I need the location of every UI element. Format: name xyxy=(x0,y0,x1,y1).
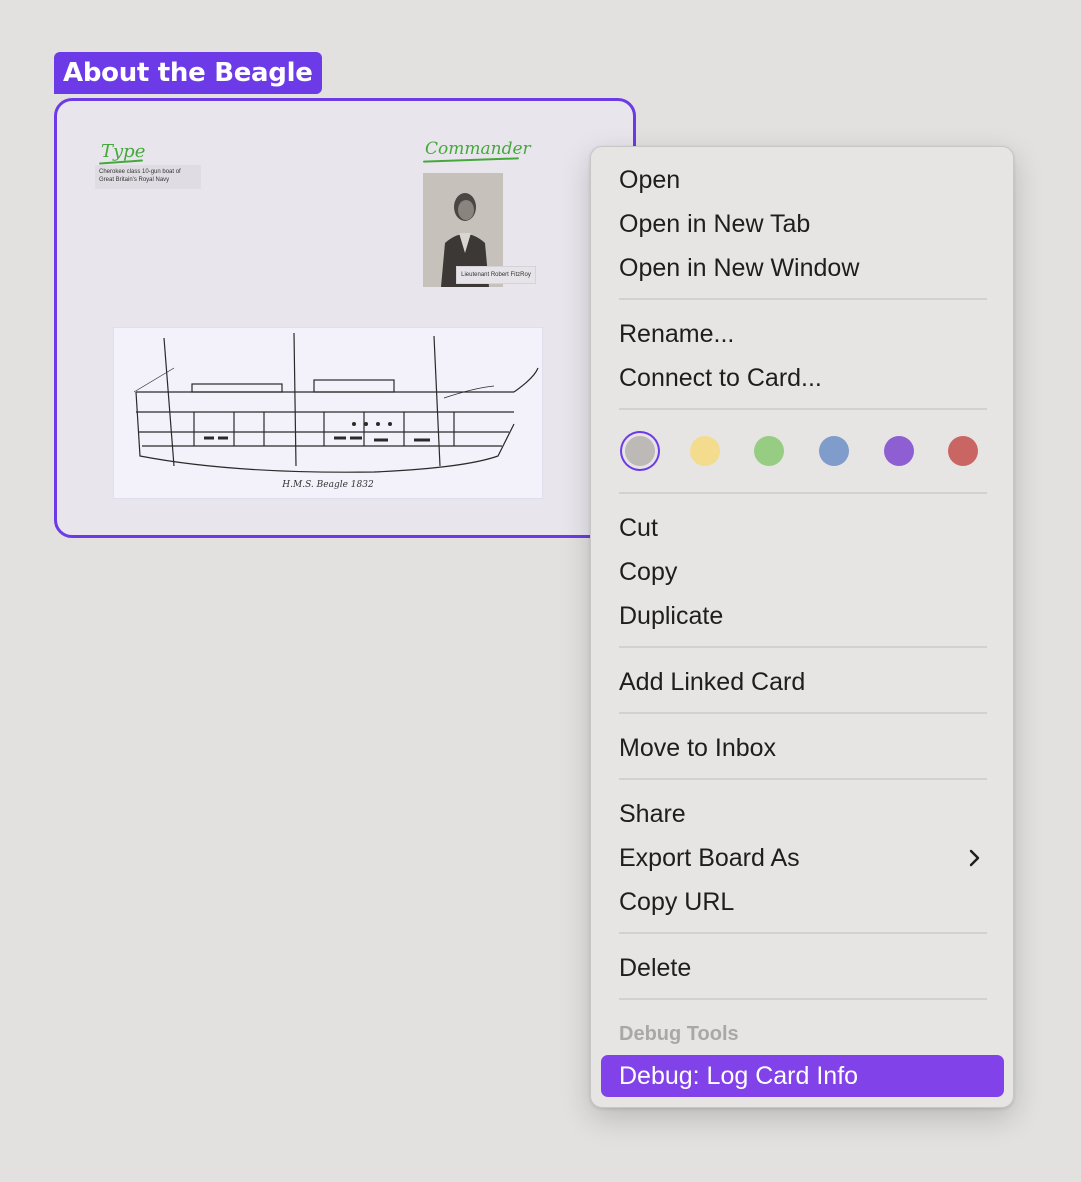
ship-caption: H.M.S. Beagle 1832 xyxy=(282,480,374,490)
chevron-right-icon xyxy=(969,849,980,867)
color-swatch-red[interactable] xyxy=(948,436,978,466)
menu-item-copy[interactable]: Copy xyxy=(601,551,1004,593)
menu-separator xyxy=(619,998,987,1000)
commander-label: Commander xyxy=(425,139,531,159)
menu-item-open-new-window[interactable]: Open in New Window xyxy=(601,247,1004,289)
menu-item-cut[interactable]: Cut xyxy=(601,507,1004,549)
menu-item-delete[interactable]: Delete xyxy=(601,947,1004,989)
portrait-caption: Lieutenant Robert FitzRoy xyxy=(457,267,535,283)
menu-item-share[interactable]: Share xyxy=(601,793,1004,835)
type-note: Cherokee class 10-gun boat of Great Brit… xyxy=(95,165,201,189)
menu-separator xyxy=(619,712,987,714)
color-swatch-purple[interactable] xyxy=(884,436,914,466)
menu-item-duplicate[interactable]: Duplicate xyxy=(601,595,1004,637)
menu-item-copy-url[interactable]: Copy URL xyxy=(601,881,1004,923)
menu-item-open[interactable]: Open xyxy=(601,159,1004,201)
color-swatch-yellow[interactable] xyxy=(690,436,720,466)
menu-separator xyxy=(619,298,987,300)
board-card[interactable]: Type Cherokee class 10-gun boat of Great… xyxy=(54,98,636,538)
menu-item-move-to-inbox[interactable]: Move to Inbox xyxy=(601,727,1004,769)
color-swatch-green[interactable] xyxy=(754,436,784,466)
menu-separator xyxy=(619,408,987,410)
menu-separator xyxy=(619,646,987,648)
debug-tools-header: Debug Tools xyxy=(619,1023,739,1045)
menu-item-export-board-as-label: Export Board As xyxy=(619,844,800,872)
ship-cross-section-image: H.M.S. Beagle 1832 xyxy=(113,327,543,499)
context-menu: Open Open in New Tab Open in New Window … xyxy=(590,146,1014,1108)
color-swatch-gray[interactable] xyxy=(625,436,655,466)
board-title[interactable]: About the Beagle xyxy=(54,52,322,94)
menu-item-debug-log-card-info[interactable]: Debug: Log Card Info xyxy=(601,1055,1004,1097)
menu-separator xyxy=(619,778,987,780)
color-swatch-blue[interactable] xyxy=(819,436,849,466)
menu-item-rename[interactable]: Rename... xyxy=(601,313,1004,355)
menu-item-export-board-as[interactable]: Export Board As xyxy=(601,837,1004,879)
menu-item-connect-to-card[interactable]: Connect to Card... xyxy=(601,357,1004,399)
menu-separator xyxy=(619,492,987,494)
menu-item-add-linked-card[interactable]: Add Linked Card xyxy=(601,661,1004,703)
menu-separator xyxy=(619,932,987,934)
menu-item-open-new-tab[interactable]: Open in New Tab xyxy=(601,203,1004,245)
